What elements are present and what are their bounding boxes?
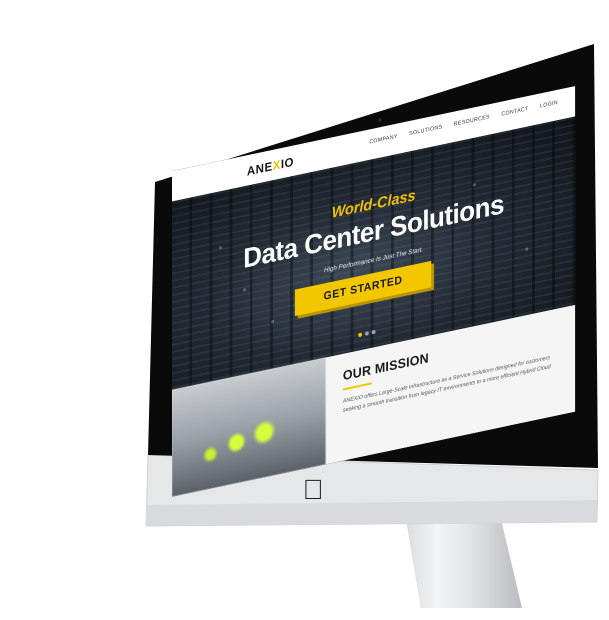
nav-item-login[interactable]: LOGIN xyxy=(540,100,558,110)
slider-dot-1[interactable] xyxy=(358,332,363,338)
slider-dot-3[interactable] xyxy=(371,329,376,335)
nav-item-resources[interactable]: RESOURCES xyxy=(454,114,490,128)
logo-text-prefix: ANE xyxy=(246,158,273,179)
logo-text-suffix: IO xyxy=(280,154,294,172)
nav-item-solutions[interactable]: SOLUTIONS xyxy=(409,124,442,137)
nav-item-contact[interactable]: CONTACT xyxy=(501,106,528,118)
mission-divider xyxy=(342,382,372,391)
screen-area: ANEXIO COMPANY SOLUTIONS RESOURCES CONTA… xyxy=(0,0,609,620)
website-screen: ANEXIO COMPANY SOLUTIONS RESOURCES CONTA… xyxy=(172,85,576,497)
slider-dot-2[interactable] xyxy=(364,331,369,336)
site-logo[interactable]: ANEXIO xyxy=(247,154,294,178)
nav-item-company[interactable]: COMPANY xyxy=(369,134,397,146)
